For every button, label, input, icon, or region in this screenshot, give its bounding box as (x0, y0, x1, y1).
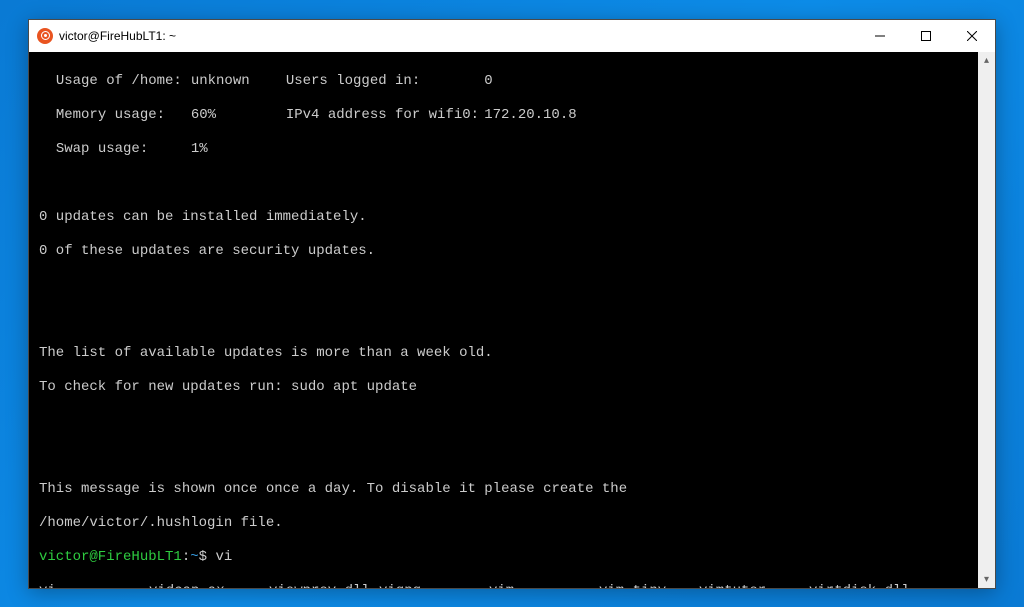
close-icon (967, 31, 977, 41)
command-text: vi (207, 549, 232, 565)
stat-line: Usage of /home:unknownUsers logged in: 0 (39, 73, 972, 90)
stat-line: Swap usage:1% (39, 141, 972, 158)
hush-line: This message is shown once once a day. T… (39, 481, 972, 498)
maximize-button[interactable] (903, 20, 949, 52)
scroll-up-icon[interactable]: ▴ (978, 52, 995, 69)
terminal-window: victor@FireHubLT1: ~ Usage of /home:unkn… (28, 19, 996, 589)
hush-line: /home/victor/.hushlogin file. (39, 515, 972, 532)
scrollbar[interactable]: ▴ ▾ (978, 52, 995, 588)
maximize-icon (921, 31, 931, 41)
stat-label: Users logged in: (286, 73, 476, 90)
stat-label: Usage of /home: (56, 73, 191, 90)
completion-item: vim (489, 583, 599, 588)
stat-label: Memory usage: (56, 107, 191, 124)
prompt-symbol: $ (199, 549, 207, 565)
blank-line (39, 447, 972, 464)
stat-line: Memory usage:60%IPv4 address for wifi0: … (39, 107, 972, 124)
completion-item: vim.tiny (599, 583, 699, 588)
stat-value: unknown (191, 73, 286, 90)
completion-item: virtdisk.dll (809, 583, 919, 588)
blank-line (39, 277, 972, 294)
stat-value: 172.20.10.8 (484, 107, 576, 123)
prompt-sep: : (182, 549, 190, 565)
stat-value: 1% (191, 141, 286, 158)
close-button[interactable] (949, 20, 995, 52)
scroll-down-icon[interactable]: ▾ (978, 571, 995, 588)
prompt-path: ~ (190, 549, 198, 565)
terminal-body-wrap: Usage of /home:unknownUsers logged in: 0… (29, 52, 995, 588)
stat-label: Swap usage: (56, 141, 191, 158)
terminal-body[interactable]: Usage of /home:unknownUsers logged in: 0… (29, 52, 978, 588)
completion-row: vividcap.axviewprov.dllvigpgvimvim.tinyv… (39, 583, 972, 588)
completion-item: viewprov.dll (269, 583, 379, 588)
stale-line: The list of available updates is more th… (39, 345, 972, 362)
blank-line (39, 311, 972, 328)
stat-value: 60% (191, 107, 286, 124)
ubuntu-icon (37, 28, 53, 44)
updates-line: 0 updates can be installed immediately. (39, 209, 972, 226)
prompt-user: victor@FireHubLT1 (39, 549, 182, 565)
window-title: victor@FireHubLT1: ~ (59, 29, 176, 43)
completion-item: vi (39, 583, 149, 588)
prompt-line: victor@FireHubLT1:~$ vi (39, 549, 972, 566)
stale-line: To check for new updates run: sudo apt u… (39, 379, 972, 396)
completion-item: vigpg (379, 583, 489, 588)
titlebar[interactable]: victor@FireHubLT1: ~ (29, 20, 995, 52)
updates-line: 0 of these updates are security updates. (39, 243, 972, 260)
blank-line (39, 413, 972, 430)
minimize-button[interactable] (857, 20, 903, 52)
minimize-icon (875, 31, 885, 41)
completion-item: vimtutor (699, 583, 809, 588)
blank-line (39, 175, 972, 192)
completion-item: vidcap.ax (149, 583, 269, 588)
window-controls (857, 20, 995, 52)
stat-value: 0 (484, 73, 492, 89)
stat-label: IPv4 address for wifi0: (286, 107, 476, 124)
